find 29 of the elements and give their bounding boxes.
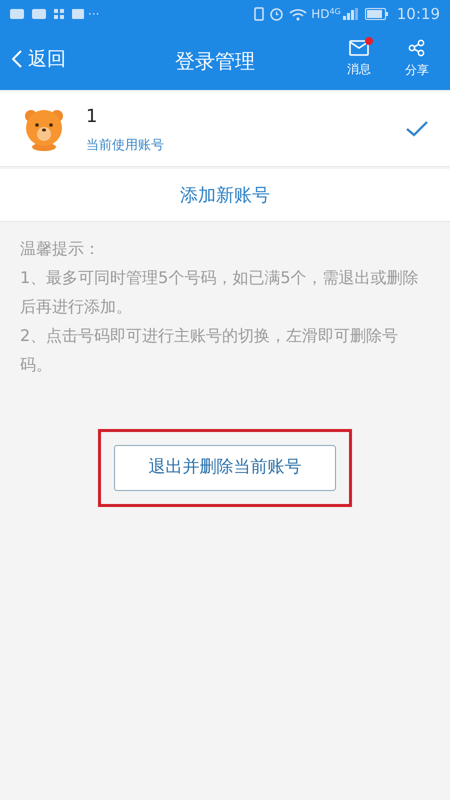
bear-avatar [22, 107, 66, 151]
notification-icon [32, 9, 46, 19]
network-type: 4G [329, 6, 341, 18]
wifi-icon [289, 8, 308, 20]
message-button[interactable]: 消息 [334, 40, 384, 78]
share-icon [408, 39, 426, 57]
signal-icon [342, 8, 359, 20]
network-label: HD [311, 6, 330, 23]
alarm-icon [270, 8, 284, 20]
account-row[interactable]: 1 当前使用账号 [0, 92, 450, 167]
account-status: 当前使用账号 [86, 136, 164, 155]
add-account-button[interactable]: 添加新账号 [0, 169, 450, 222]
vibrate-icon [254, 7, 264, 21]
account-name: 1 [86, 104, 98, 129]
share-button[interactable]: 分享 [392, 39, 442, 79]
mail-icon [349, 40, 369, 56]
tip-text: 1、最多可同时管理5个号码，如已满5个，需退出或删除后再进行添加。 [20, 267, 420, 318]
logout-delete-button[interactable]: 退出并删除当前账号 [114, 445, 336, 491]
notification-icon [10, 9, 24, 19]
battery-icon [364, 8, 389, 20]
tips-title: 温馨提示： [20, 238, 100, 260]
more-notifications: ··· [88, 6, 100, 23]
back-button[interactable]: 返回 [0, 44, 66, 74]
clock-time: 10:19 [396, 4, 440, 25]
page-title: 登录管理 [175, 48, 255, 75]
grid-icon [54, 9, 64, 19]
back-icon [12, 50, 22, 68]
tip-text: 2、点击号码即可进行主账号的切换，左滑即可删除号码。 [20, 325, 400, 376]
image-icon [72, 9, 84, 19]
